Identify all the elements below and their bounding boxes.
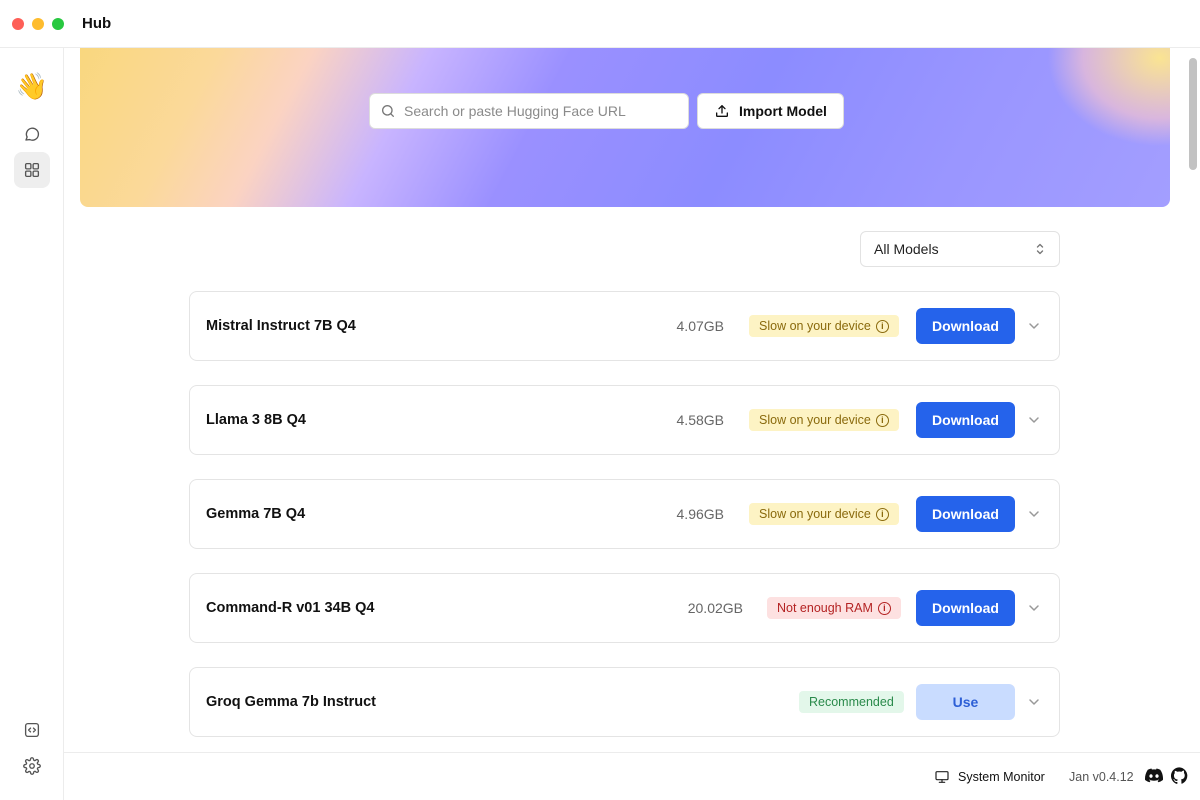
model-name: Mistral Instruct 7B Q4 <box>206 318 356 334</box>
chevron-down-icon[interactable] <box>1026 506 1042 522</box>
model-size: 20.02GB <box>687 600 743 616</box>
monitor-icon <box>935 771 949 783</box>
hub-main: Import Model All Models Mistral Instruct… <box>64 48 1200 752</box>
model-row: Mistral Instruct 7B Q4 4.07GB Slow on yo… <box>189 291 1060 361</box>
chat-icon[interactable] <box>14 116 50 152</box>
use-button[interactable]: Use <box>916 684 1015 720</box>
status-badge: Slow on your device i <box>749 503 899 525</box>
model-size: 4.58GB <box>676 412 724 428</box>
app-version: Jan v0.4.12 <box>1069 770 1134 784</box>
search-input[interactable] <box>404 103 674 119</box>
import-model-label: Import Model <box>739 103 827 119</box>
model-filter-value: All Models <box>874 241 939 257</box>
chevron-down-icon[interactable] <box>1026 694 1042 710</box>
close-window-button[interactable] <box>12 17 24 30</box>
model-size: 4.07GB <box>676 318 724 334</box>
model-name: Groq Gemma 7b Instruct <box>206 694 377 710</box>
search-icon <box>382 105 394 117</box>
info-icon[interactable]: i <box>877 601 891 615</box>
status-badge-label: Recommended <box>809 695 894 709</box>
chevron-down-icon[interactable] <box>1026 600 1042 616</box>
model-row: Groq Gemma 7b Instruct Recommended Use <box>189 667 1060 737</box>
model-size: 4.96GB <box>676 506 724 522</box>
status-badge: Slow on your device i <box>749 409 899 431</box>
status-badge: Recommended <box>799 691 904 713</box>
model-name: Gemma 7B Q4 <box>206 506 306 522</box>
download-button[interactable]: Download <box>916 308 1015 344</box>
upload-icon <box>716 105 729 117</box>
model-row: Llama 3 8B Q4 4.58GB Slow on your device… <box>189 385 1060 455</box>
grid-icon[interactable] <box>14 152 50 188</box>
model-row: Command-R v01 34B Q4 20.02GB Not enough … <box>189 573 1060 643</box>
scrollbar[interactable] <box>1186 48 1200 752</box>
sidebar: 👋 <box>0 48 64 800</box>
title-bar: Hub <box>0 0 1200 48</box>
scrollbar-thumb[interactable] <box>1189 58 1197 170</box>
status-badge: Not enough RAM i <box>767 597 901 619</box>
info-icon[interactable]: i <box>875 507 889 521</box>
import-model-button[interactable]: Import Model <box>697 93 844 129</box>
status-badge-label: Not enough RAM <box>777 601 873 615</box>
discord-icon[interactable] <box>1145 768 1164 787</box>
waving-hand-icon[interactable]: 👋 <box>14 68 50 104</box>
download-button[interactable]: Download <box>916 496 1015 532</box>
status-bar: System Monitor Jan v0.4.12 <box>64 752 1200 800</box>
search-box[interactable] <box>369 93 689 129</box>
model-name: Command-R v01 34B Q4 <box>206 600 375 616</box>
status-badge-label: Slow on your device <box>759 413 871 427</box>
code-icon[interactable] <box>14 712 50 748</box>
status-badge: Slow on your device i <box>749 315 899 337</box>
hub-banner: Import Model <box>80 48 1170 207</box>
chevron-down-icon[interactable] <box>1026 412 1042 428</box>
download-button[interactable]: Download <box>916 590 1015 626</box>
minimize-window-button[interactable] <box>32 17 44 30</box>
status-badge-label: Slow on your device <box>759 507 871 521</box>
gear-icon[interactable] <box>14 748 50 784</box>
chevron-up-down-icon <box>1036 243 1044 255</box>
download-button[interactable]: Download <box>916 402 1015 438</box>
model-filter-select[interactable]: All Models <box>860 231 1060 267</box>
info-icon[interactable]: i <box>875 413 889 427</box>
window-title: Hub <box>82 15 112 32</box>
system-monitor-button[interactable]: System Monitor <box>934 769 1045 785</box>
model-row: Gemma 7B Q4 4.96GB Slow on your device i… <box>189 479 1060 549</box>
info-icon[interactable]: i <box>875 319 889 333</box>
status-badge-label: Slow on your device <box>759 319 871 333</box>
maximize-window-button[interactable] <box>52 17 64 30</box>
window-controls <box>12 17 64 30</box>
github-icon[interactable] <box>1170 767 1188 787</box>
chevron-down-icon[interactable] <box>1026 318 1042 334</box>
model-name: Llama 3 8B Q4 <box>206 412 306 428</box>
system-monitor-label: System Monitor <box>958 770 1045 784</box>
